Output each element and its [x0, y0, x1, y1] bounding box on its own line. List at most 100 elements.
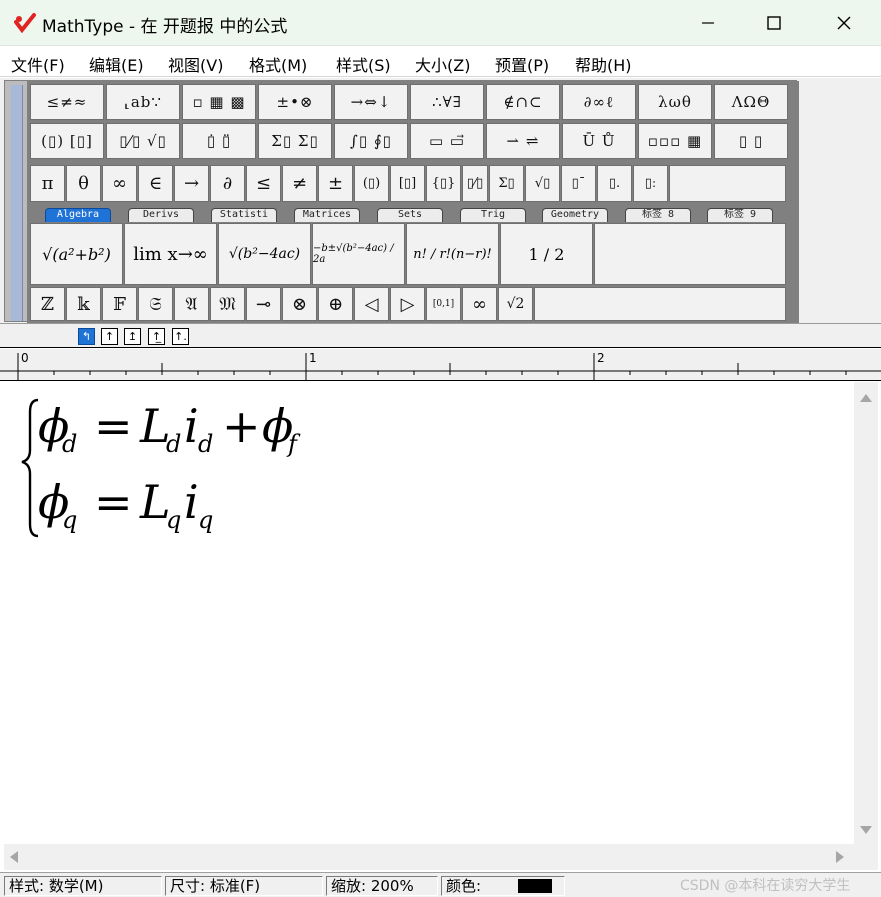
template-discriminant[interactable]: √(b²−4ac) — [218, 223, 311, 285]
menu-format[interactable]: 格式(M) — [249, 52, 307, 76]
menu-view[interactable]: 视图(V) — [168, 52, 223, 76]
symbol-row-empty-slot[interactable] — [534, 287, 786, 321]
symbol-plus-minus[interactable]: ± — [318, 165, 353, 202]
eq2-lhs-sub: q — [62, 506, 77, 534]
symbol-element-of[interactable]: ∈ — [138, 165, 173, 202]
palette-labeled-arrows[interactable]: ⇀ ⇌ — [486, 123, 560, 159]
symbol-closed-interval[interactable]: [0,1] — [426, 287, 461, 321]
close-icon — [837, 16, 851, 30]
palette-fences[interactable]: (▯) [▯] — [30, 123, 104, 159]
template-quadratic-formula[interactable]: −b±√(b²−4ac) / 2a — [312, 223, 405, 285]
template-limit-label: lim x→∞ — [133, 243, 208, 265]
symbol-sqrt-two[interactable]: √2 — [498, 287, 533, 321]
vertical-scrollbar[interactable] — [854, 382, 878, 844]
palette-greek-upper[interactable]: ΛΩΘ — [714, 84, 788, 120]
template-one-half[interactable]: 1 / 2 — [500, 223, 593, 285]
nudge-button-5[interactable]: ↑. — [172, 328, 189, 345]
symbol-theta[interactable]: θ — [66, 165, 101, 202]
tab-derivs[interactable]: Derivs — [128, 208, 194, 222]
palette-operators[interactable]: ±•⊗ — [258, 84, 332, 120]
equation-line-2: ϕ q = L q i q — [38, 475, 213, 534]
palette-misc-symbols[interactable]: ∂∞ℓ — [562, 84, 636, 120]
palette-arrows[interactable]: →⇔↓ — [334, 84, 408, 120]
symbol-right-triangle[interactable]: ▷ — [390, 287, 425, 321]
symbol-not-equal[interactable]: ≠ — [282, 165, 317, 202]
toolbar-gripper[interactable] — [11, 85, 23, 321]
template-brackets[interactable]: [▯] — [390, 165, 425, 202]
template-parentheses[interactable]: (▯) — [354, 165, 389, 202]
window-title: MathType - 在 开题报 中的公式 — [42, 17, 288, 37]
ruler[interactable]: 0 1 2 — [0, 349, 881, 381]
palette-summations[interactable]: Σ▯ Σ▯ — [258, 123, 332, 159]
tab-statistics[interactable]: Statisti — [211, 208, 277, 222]
palette-matrices[interactable]: ▫▫▫ ▦ — [638, 123, 712, 159]
symbol-fraktur-a[interactable]: 𝔄 — [174, 287, 209, 321]
horizontal-scrollbar[interactable] — [4, 844, 854, 870]
symbol-pi[interactable]: π — [30, 165, 65, 202]
tab-9[interactable]: 标签 9 — [707, 208, 773, 222]
color-swatch[interactable] — [518, 879, 552, 893]
menu-style[interactable]: 样式(S) — [336, 52, 391, 76]
tab-algebra[interactable]: Algebra — [45, 208, 111, 222]
palette-fractions-radicals[interactable]: ▯⁄▯ √▯ — [106, 123, 180, 159]
menu-preferences[interactable]: 预置(P) — [495, 52, 549, 76]
palette-relations[interactable]: ≤≠≈ — [30, 84, 104, 120]
template-subscript[interactable]: ▯. — [597, 165, 632, 202]
palette-spaces-ellipses[interactable]: ⸤ab∵ — [106, 84, 180, 120]
symbol-left-triangle[interactable]: ◁ — [354, 287, 389, 321]
menu-size[interactable]: 大小(Z) — [415, 52, 470, 76]
template-fraction[interactable]: ▯⁄▯ — [462, 165, 488, 202]
nudge-button-4[interactable]: ↑̲ — [148, 328, 165, 345]
palette-products[interactable]: Ū Ů — [562, 123, 636, 159]
symbol-multimap[interactable]: ⊸ — [246, 287, 281, 321]
palette-embellishments[interactable]: ▫ ▦ ▩ — [182, 84, 256, 120]
template-combination[interactable]: n! / r!(n−r)! — [406, 223, 499, 285]
status-style[interactable]: 样式: 数学(M) — [4, 876, 162, 896]
palette-sets[interactable]: ∉∩⊂ — [486, 84, 560, 120]
template-square-root[interactable]: √▯ — [525, 165, 560, 202]
nudge-button-2[interactable]: ↑ — [101, 328, 118, 345]
symbol-blackboard-z[interactable]: ℤ — [30, 287, 65, 321]
symbol-blackboard-k[interactable]: 𝕜 — [66, 287, 101, 321]
nudge-button-1[interactable]: ↰ — [78, 328, 95, 345]
status-size[interactable]: 尺寸: 标准(F) — [165, 876, 323, 896]
menu-edit[interactable]: 编辑(E) — [89, 52, 144, 76]
symbol-infinity-2[interactable]: ∞ — [462, 287, 497, 321]
symbol-bar-empty-slot[interactable] — [669, 165, 786, 202]
symbol-infinity[interactable]: ∞ — [102, 165, 137, 202]
template-summation[interactable]: Σ▯ — [489, 165, 524, 202]
menu-help[interactable]: 帮助(H) — [575, 52, 632, 76]
symbol-fraktur-s[interactable]: 𝔖 — [138, 287, 173, 321]
symbol-circled-times[interactable]: ⊗ — [282, 287, 317, 321]
nudge-button-3[interactable]: ↥ — [124, 328, 141, 345]
symbol-circled-plus[interactable]: ⊕ — [318, 287, 353, 321]
status-zoom[interactable]: 缩放: 200% — [326, 876, 438, 896]
tab-geometry[interactable]: Geometry — [542, 208, 608, 222]
template-pythagorean[interactable]: √(a²+b²) — [30, 223, 123, 285]
palette-subscripts[interactable]: ▯̇ ▯̈ — [182, 123, 256, 159]
equation-editor[interactable]: ϕ d = L d i d + ϕ f ϕ q = L q i q — [4, 382, 854, 844]
template-empty-slot[interactable] — [594, 223, 786, 285]
palette-integrals[interactable]: ∫▯ ∮▯ — [334, 123, 408, 159]
palette-logic[interactable]: ∴∀∃ — [410, 84, 484, 120]
tab-trig[interactable]: Trig — [460, 208, 526, 222]
symbol-less-equal[interactable]: ≤ — [246, 165, 281, 202]
symbol-partial[interactable]: ∂ — [210, 165, 245, 202]
minimize-button[interactable] — [678, 0, 738, 46]
close-button[interactable] — [814, 0, 874, 46]
tab-matrices[interactable]: Matrices — [294, 208, 360, 222]
palette-boxes[interactable]: ▯ ▯ — [714, 123, 788, 159]
symbol-blackboard-f[interactable]: 𝔽 — [102, 287, 137, 321]
tab-sets[interactable]: Sets — [377, 208, 443, 222]
symbol-fraktur-m[interactable]: 𝔐 — [210, 287, 245, 321]
template-sub-superscript[interactable]: ▯ː — [633, 165, 668, 202]
palette-greek-lower[interactable]: λωθ — [638, 84, 712, 120]
menu-file[interactable]: 文件(F) — [11, 52, 65, 76]
palette-bars[interactable]: ▭ ▭⃗ — [410, 123, 484, 159]
symbol-right-arrow[interactable]: → — [174, 165, 209, 202]
template-superscript[interactable]: ▯ˉ — [561, 165, 596, 202]
template-limit[interactable]: lim x→∞ — [124, 223, 217, 285]
template-braces[interactable]: {▯} — [426, 165, 461, 202]
tab-8[interactable]: 标签 8 — [625, 208, 691, 222]
maximize-button[interactable] — [744, 0, 804, 46]
